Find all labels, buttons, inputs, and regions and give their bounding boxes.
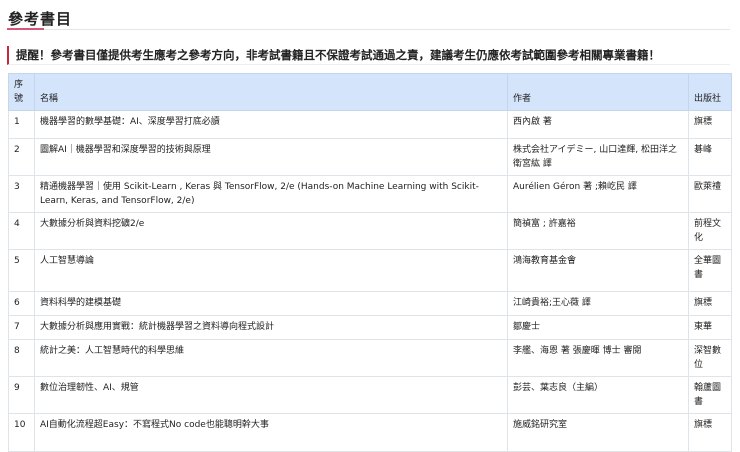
cell-no: 5 [8, 249, 35, 292]
cell-author: 李艦、海恩 著 張慶暉 博士 審閱 [507, 339, 689, 377]
cell-no: 1 [8, 110, 35, 139]
title-divider [7, 29, 730, 30]
cell-publisher: 翰蘆圖書 [688, 376, 732, 414]
cell-author: 簡禎富 ; 許嘉裕 [507, 212, 689, 250]
cell-no: 4 [8, 212, 35, 250]
cell-name: 大數據分析與應用實戰：統計機器學習之資料導向程式設計 [34, 315, 508, 340]
cell-name: 機器學習的數學基礎：AI、深度學習打底必讀 [34, 110, 508, 139]
cell-author: 施威銘研究室 [507, 413, 689, 452]
header-publisher: 出版社 [688, 73, 732, 111]
cell-no: 10 [8, 413, 35, 452]
cell-publisher: 旗標 [688, 413, 732, 452]
cell-name: AI自動化流程超Easy：不寫程式No code也能聰明幹大事 [34, 413, 508, 452]
cell-publisher: 旗標 [688, 291, 732, 316]
cell-author: 鄒慶士 [507, 315, 689, 340]
cell-name: 統計之美：人工智慧時代的科學思維 [34, 339, 508, 377]
table-row: 6 資料科學的建模基礎 江崎貴裕;王心薇 譯旗標 [8, 291, 732, 316]
cell-author: 鴻海教育基金會 [507, 249, 689, 292]
cell-publisher: 深智數位 [688, 339, 732, 377]
cell-publisher: 東華 [688, 315, 732, 340]
cell-name: 資料科學的建模基礎 [34, 291, 508, 316]
table-row: 7 大數據分析與應用實戰：統計機器學習之資料導向程式設計 鄒慶士 東華 [8, 315, 732, 340]
header-no: 序號 [8, 73, 35, 111]
cell-publisher: 旗標 [688, 110, 732, 139]
table-row: 3 精通機器學習｜使用 Scikit-Learn , Keras 與 Tensor… [8, 175, 732, 213]
cell-no: 8 [8, 339, 35, 377]
cell-name: 數位治理韌性、AI、規管 [34, 376, 508, 414]
page-title: 參考書目 [8, 10, 73, 28]
cell-author: Aurélien Géron 著 ;賴屹民 譯 [507, 175, 689, 213]
cell-no: 6 [8, 291, 35, 316]
bibliography-table: 序號 名稱 作者 出版社 1 機器學習的數學基礎：AI、深度學習打底必讀 西內啟 著… [8, 73, 732, 452]
cell-no: 9 [8, 376, 35, 414]
cell-name: 大數據分析與資料挖礦2/e [34, 212, 508, 250]
table-row: 8 統計之美：人工智慧時代的科學思維 李艦、海恩 著 張慶暉 博士 審閱 深智數位 [8, 339, 732, 377]
cell-publisher: 碁峰 [688, 138, 732, 176]
table-row: 2 圖解AI｜機器學習和深度學習的技術與原理 株式会社アイデミー, 山口達輝, 松田… [8, 138, 732, 176]
cell-name: 人工智慧導論 [34, 249, 508, 292]
cell-publisher: 全華圖書 [688, 249, 732, 292]
cell-publisher: 前程文化 [688, 212, 732, 250]
cell-publisher: 歐萊禮 [688, 175, 732, 213]
header-name: 名稱 [34, 73, 508, 111]
cell-name: 圖解AI｜機器學習和深度學習的技術與原理 [34, 138, 508, 176]
cell-author: 江崎貴裕;王心薇 譯 [507, 291, 689, 316]
table-row: 1 機器學習的數學基礎：AI、深度學習打底必讀 西內啟 著旗標 [8, 110, 732, 139]
cell-no: 7 [8, 315, 35, 340]
title-accent-bar [7, 28, 44, 30]
cell-author: 株式会社アイデミー, 山口達輝, 松田洋之 衛宮紘 譯 [507, 138, 689, 176]
cell-author: 彭芸、葉志良（主編） [507, 376, 689, 414]
cell-name: 精通機器學習｜使用 Scikit-Learn , Keras 與 TensorF… [34, 175, 508, 213]
table-header-row: 序號 名稱 作者 出版社 [8, 73, 732, 111]
cell-no: 2 [8, 138, 35, 176]
table-row: 9 數位治理韌性、AI、規管 彭芸、葉志良（主編） 翰蘆圖書 [8, 376, 732, 414]
notice-banner: 提醒！參考書目僅提供考生應考之參考方向，非考試書籍且不保證考試通過之責，建議考生… [7, 46, 730, 65]
header-author: 作者 [507, 73, 689, 111]
table-row: 5 人工智慧導論 鴻海教育基金會 全華圖書 [8, 249, 732, 292]
table-row: 10 AI自動化流程超Easy：不寫程式No code也能聰明幹大事 施威銘研究室旗… [8, 413, 732, 452]
cell-author: 西內啟 著 [507, 110, 689, 139]
cell-no: 3 [8, 175, 35, 213]
table-row: 4 大數據分析與資料挖礦2/e 簡禎富 ; 許嘉裕 前程文化 [8, 212, 732, 250]
